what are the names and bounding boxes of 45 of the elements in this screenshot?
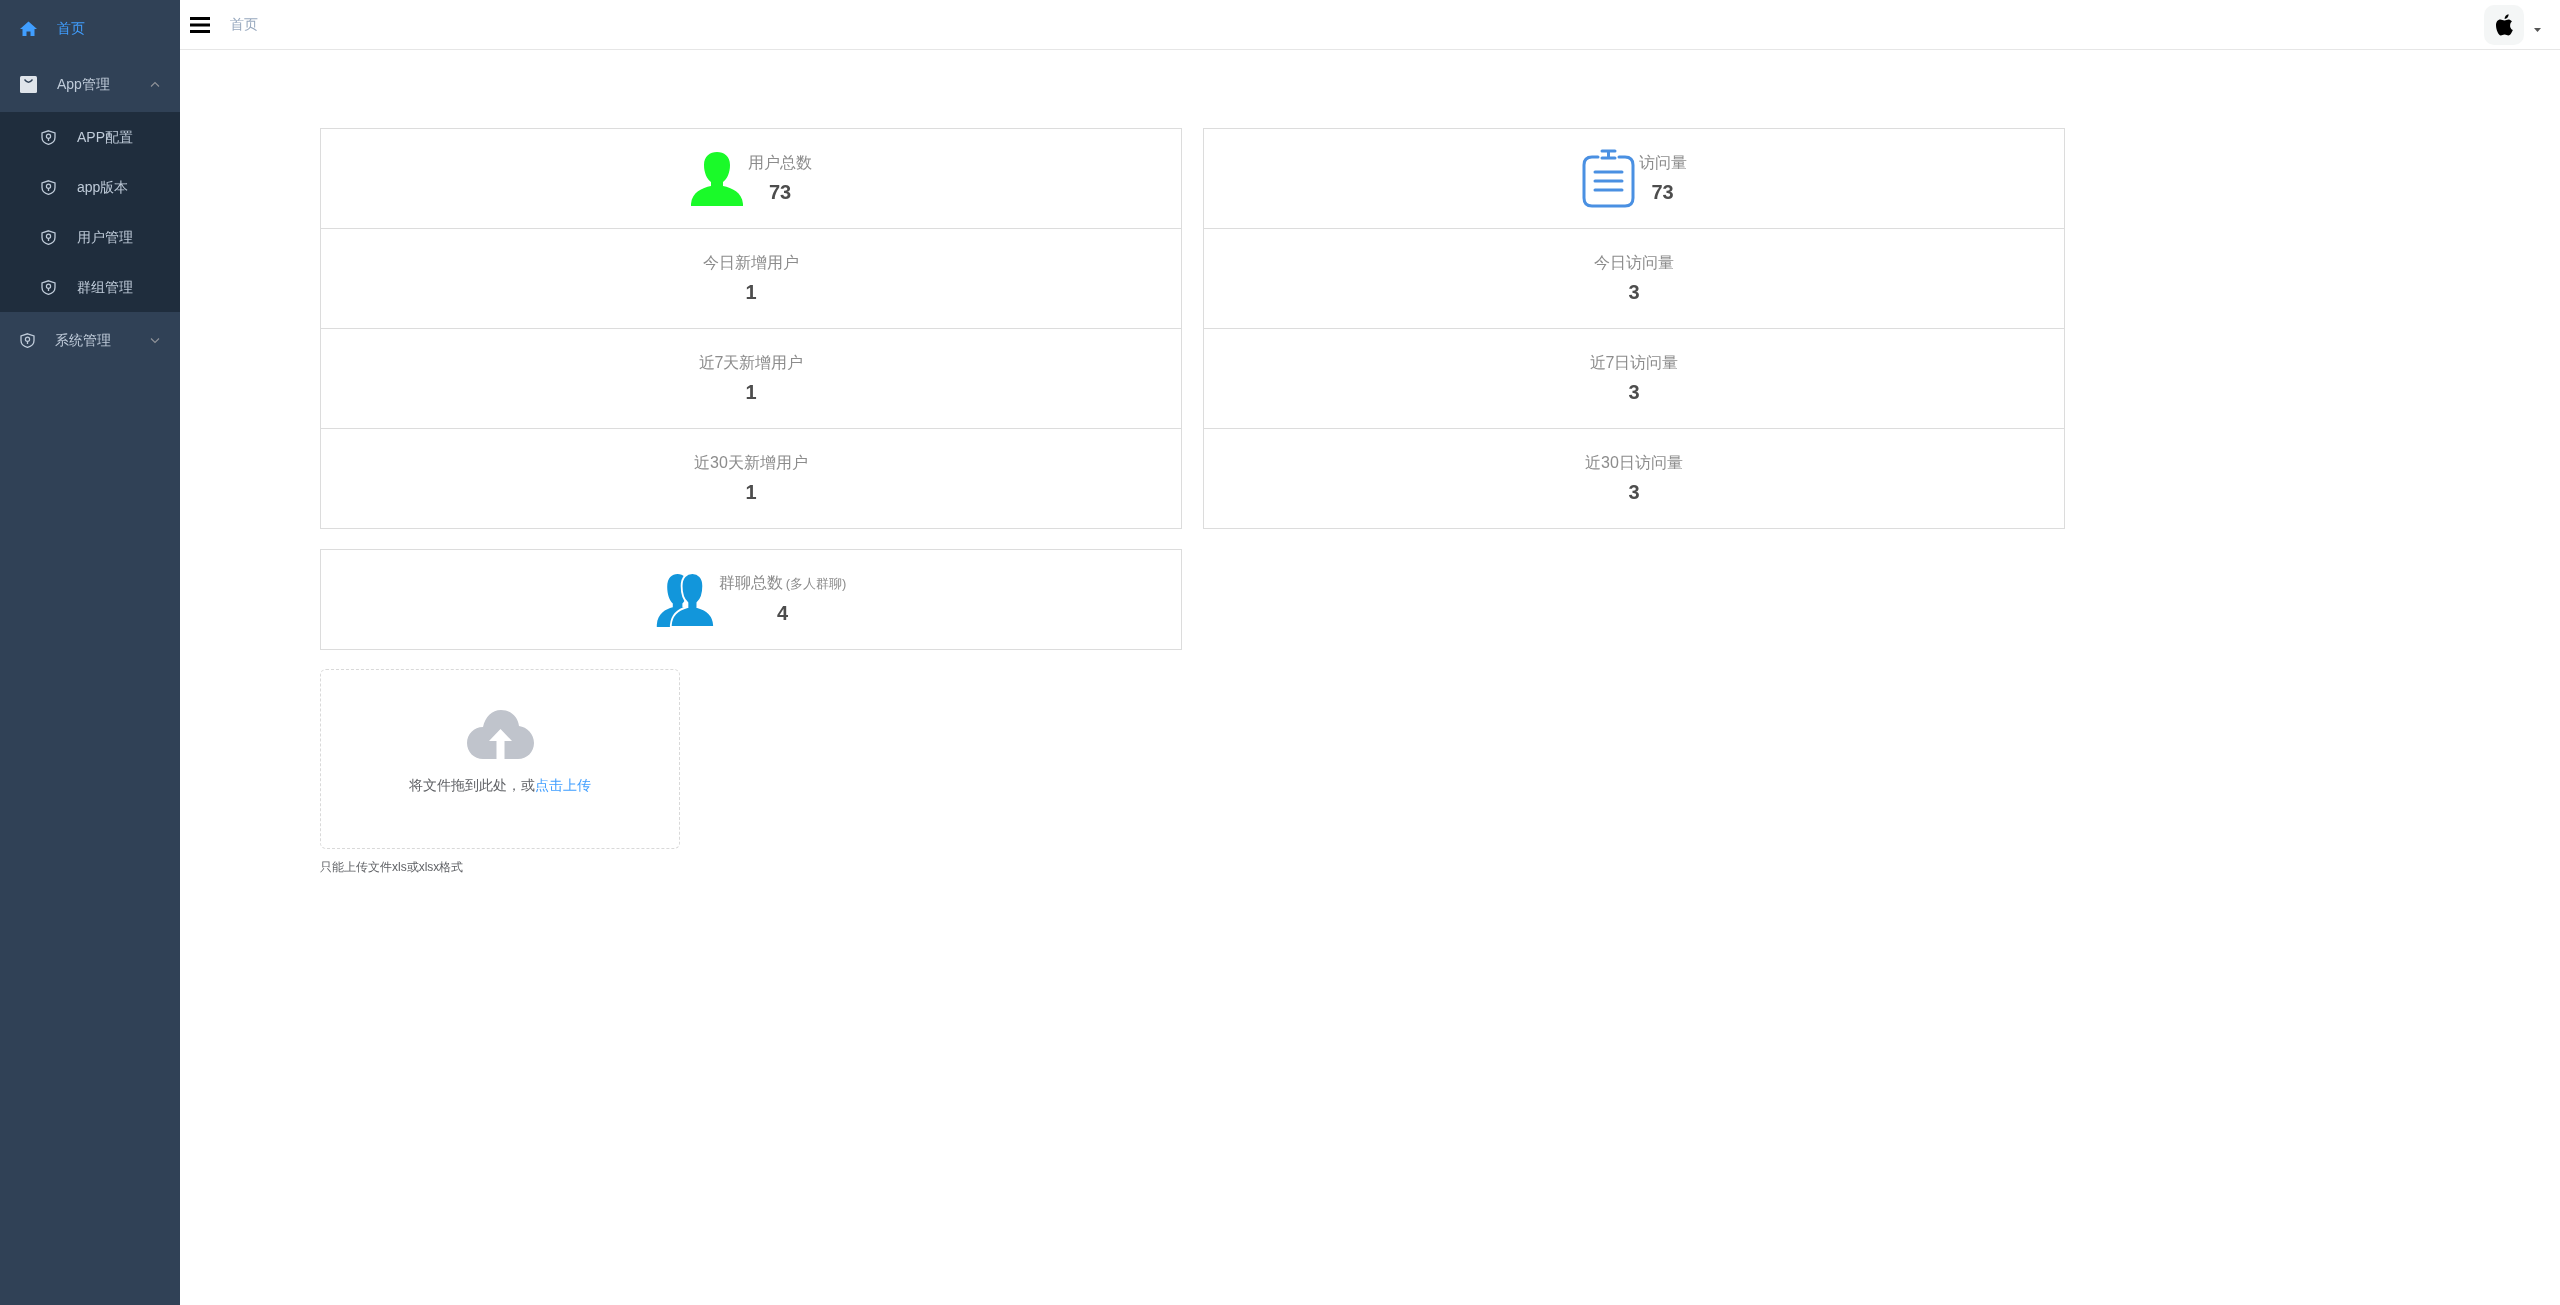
stat-label: 近7天新增用户 bbox=[698, 352, 804, 373]
stat-value: 1 bbox=[744, 379, 758, 405]
stat-label: 今日新增用户 bbox=[703, 252, 799, 273]
sidebar-subitem[interactable]: 用户管理 bbox=[0, 212, 180, 262]
apple-icon bbox=[2495, 14, 2513, 36]
stat-value: 3 bbox=[1627, 279, 1641, 305]
shield-icon bbox=[41, 229, 56, 245]
cloud-upload-icon bbox=[466, 709, 534, 759]
stat-value: 3 bbox=[1627, 479, 1641, 505]
stat-value: 1 bbox=[744, 279, 758, 305]
stat-note: (多人群聊) bbox=[785, 576, 847, 591]
sidebar-subitem[interactable]: 群组管理 bbox=[0, 262, 180, 312]
shield-icon bbox=[20, 332, 35, 348]
sidebar-subitem[interactable]: app版本 bbox=[0, 162, 180, 212]
stat-value: 4 bbox=[775, 601, 790, 626]
menu-icon[interactable] bbox=[190, 16, 210, 33]
upload-hint: 只能上传文件xls或xlsx格式 bbox=[320, 859, 464, 876]
upload-instruction: 将文件拖到此处，或点击上传 bbox=[409, 776, 591, 795]
shield-icon bbox=[41, 279, 56, 295]
stat-label: 近30日访问量 bbox=[1585, 452, 1683, 473]
stat-value: 73 bbox=[1650, 179, 1675, 205]
stat-label: 今日访问量 bbox=[1594, 252, 1674, 273]
clipboard-icon bbox=[1581, 149, 1635, 208]
stat-label: 用户总数 bbox=[748, 152, 812, 173]
stat-label: 近30天新增用户 bbox=[694, 452, 808, 473]
user-icon bbox=[690, 151, 744, 206]
sidebar-item[interactable]: 首页 bbox=[0, 0, 180, 56]
stat-value: 1 bbox=[744, 479, 758, 505]
stat-value: 3 bbox=[1627, 379, 1641, 405]
caret-icon[interactable] bbox=[2534, 28, 2541, 32]
shield-icon bbox=[41, 129, 56, 145]
home-icon bbox=[20, 20, 37, 36]
stat-label: 群聊总数 bbox=[718, 574, 783, 591]
sidebar-submenu-title[interactable]: App管理 bbox=[0, 56, 180, 112]
bag-icon bbox=[20, 75, 37, 93]
upload-dropzone[interactable]: 将文件拖到此处，或点击上传 bbox=[320, 669, 680, 849]
sidebar-submenu-title[interactable]: 系统管理 bbox=[0, 312, 180, 368]
sidebar-subitem[interactable]: APP配置 bbox=[0, 112, 180, 162]
stat-label: 访问量 bbox=[1638, 152, 1687, 173]
stat-label: 近7日访问量 bbox=[1589, 352, 1679, 373]
stat-value: 73 bbox=[767, 179, 793, 205]
avatar-button[interactable] bbox=[2484, 5, 2524, 45]
breadcrumb-item: 首页 bbox=[230, 15, 258, 34]
shield-icon bbox=[41, 179, 56, 195]
users-icon bbox=[655, 572, 715, 627]
